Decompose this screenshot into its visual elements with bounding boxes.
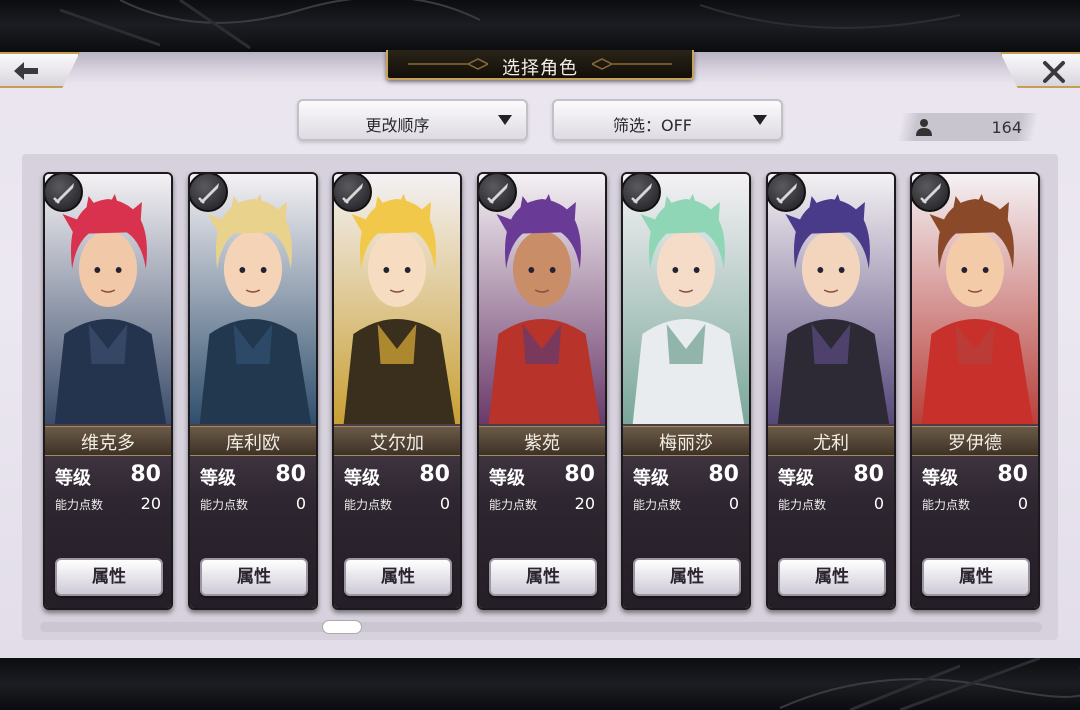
character-card[interactable]: 艾尔加 等级 80 能力点数 0 属性: [332, 172, 462, 610]
level-label: 等级: [778, 468, 814, 489]
level-value: 80: [708, 462, 739, 487]
ability-points-label: 能力点数: [489, 498, 538, 512]
ability-points-label: 能力点数: [778, 498, 827, 512]
level-value: 80: [130, 462, 161, 487]
ability-points-value: 0: [295, 494, 306, 513]
level-label: 等级: [489, 468, 525, 489]
sword-icon: [342, 183, 363, 204]
filter-label: 筛选：OFF: [612, 116, 692, 135]
user-count-value: 164: [991, 118, 1022, 137]
bottom-ornament-band: [0, 658, 1080, 710]
caret-down-icon: [753, 115, 767, 125]
weapon-type-badge: [912, 174, 950, 212]
attributes-button[interactable]: 属性: [778, 558, 886, 596]
weapon-type-badge: [479, 174, 517, 212]
level-label: 等级: [633, 468, 669, 489]
level-value: 80: [564, 462, 595, 487]
screen: 选择角色 更改顺序 筛选：OFF 164 维克多 等级 80 能力点数 20 属…: [0, 0, 1080, 710]
caret-down-icon: [498, 115, 512, 125]
ability-points-value: 20: [140, 494, 161, 513]
ability-points-value: 0: [728, 494, 739, 513]
top-ornament-band: [0, 0, 1080, 52]
ability-points-label: 能力点数: [922, 498, 971, 512]
level-value: 80: [419, 462, 450, 487]
ability-points-value: 0: [1017, 494, 1028, 513]
scrollbar-thumb[interactable]: [322, 620, 362, 634]
character-card[interactable]: 罗伊德 等级 80 能力点数 0 属性: [910, 172, 1040, 610]
level-label: 等级: [55, 468, 91, 489]
title-plate: 选择角色: [386, 50, 694, 80]
sword-icon: [776, 183, 797, 204]
ability-points-value: 20: [574, 494, 595, 513]
ability-points-label: 能力点数: [633, 498, 682, 512]
weapon-type-badge: [45, 174, 83, 212]
character-card[interactable]: 梅丽莎 等级 80 能力点数 0 属性: [621, 172, 751, 610]
character-card[interactable]: 库利欧 等级 80 能力点数 0 属性: [188, 172, 318, 610]
weapon-type-badge: [768, 174, 806, 212]
ability-points-label: 能力点数: [200, 498, 249, 512]
attributes-button[interactable]: 属性: [344, 558, 452, 596]
arrow-left-icon: [14, 62, 38, 80]
ability-points-label: 能力点数: [344, 498, 393, 512]
character-name: 库利欧: [226, 433, 280, 454]
weapon-type-badge: [190, 174, 228, 212]
attributes-button[interactable]: 属性: [922, 558, 1030, 596]
level-value: 80: [853, 462, 884, 487]
user-count: 164: [900, 113, 1036, 141]
ability-points-value: 0: [873, 494, 884, 513]
weapon-type-badge: [334, 174, 372, 212]
page-title: 选择角色: [502, 58, 578, 79]
sword-icon: [631, 183, 652, 204]
user-icon: [916, 119, 932, 136]
character-card[interactable]: 维克多 等级 80 能力点数 20 属性: [43, 172, 173, 610]
level-value: 80: [275, 462, 306, 487]
sword-icon: [198, 183, 219, 204]
close-x-icon: [1043, 61, 1065, 83]
level-label: 等级: [922, 468, 958, 489]
attributes-button[interactable]: 属性: [489, 558, 597, 596]
ability-points-value: 0: [439, 494, 450, 513]
attributes-button[interactable]: 属性: [633, 558, 741, 596]
sword-icon: [920, 183, 941, 204]
character-card[interactable]: 紫苑 等级 80 能力点数 20 属性: [477, 172, 607, 610]
character-name: 紫苑: [524, 433, 560, 454]
filter-dropdown[interactable]: 筛选：OFF: [552, 99, 783, 141]
level-label: 等级: [200, 468, 236, 489]
level-value: 80: [997, 462, 1028, 487]
sword-icon: [487, 183, 508, 204]
sword-icon: [53, 183, 74, 204]
level-label: 等级: [344, 468, 380, 489]
character-name: 罗伊德: [948, 433, 1002, 454]
ability-points-label: 能力点数: [55, 498, 104, 512]
character-name: 艾尔加: [370, 433, 424, 454]
attributes-button[interactable]: 属性: [55, 558, 163, 596]
character-name: 尤利: [813, 433, 849, 454]
sort-order-dropdown[interactable]: 更改顺序: [297, 99, 528, 141]
attributes-button[interactable]: 属性: [200, 558, 308, 596]
character-name: 维克多: [81, 433, 135, 454]
sort-order-label: 更改顺序: [365, 116, 430, 135]
weapon-type-badge: [623, 174, 661, 212]
character-name: 梅丽莎: [659, 433, 713, 454]
scrollbar-track[interactable]: [40, 622, 1042, 632]
character-card[interactable]: 尤利 等级 80 能力点数 0 属性: [766, 172, 896, 610]
